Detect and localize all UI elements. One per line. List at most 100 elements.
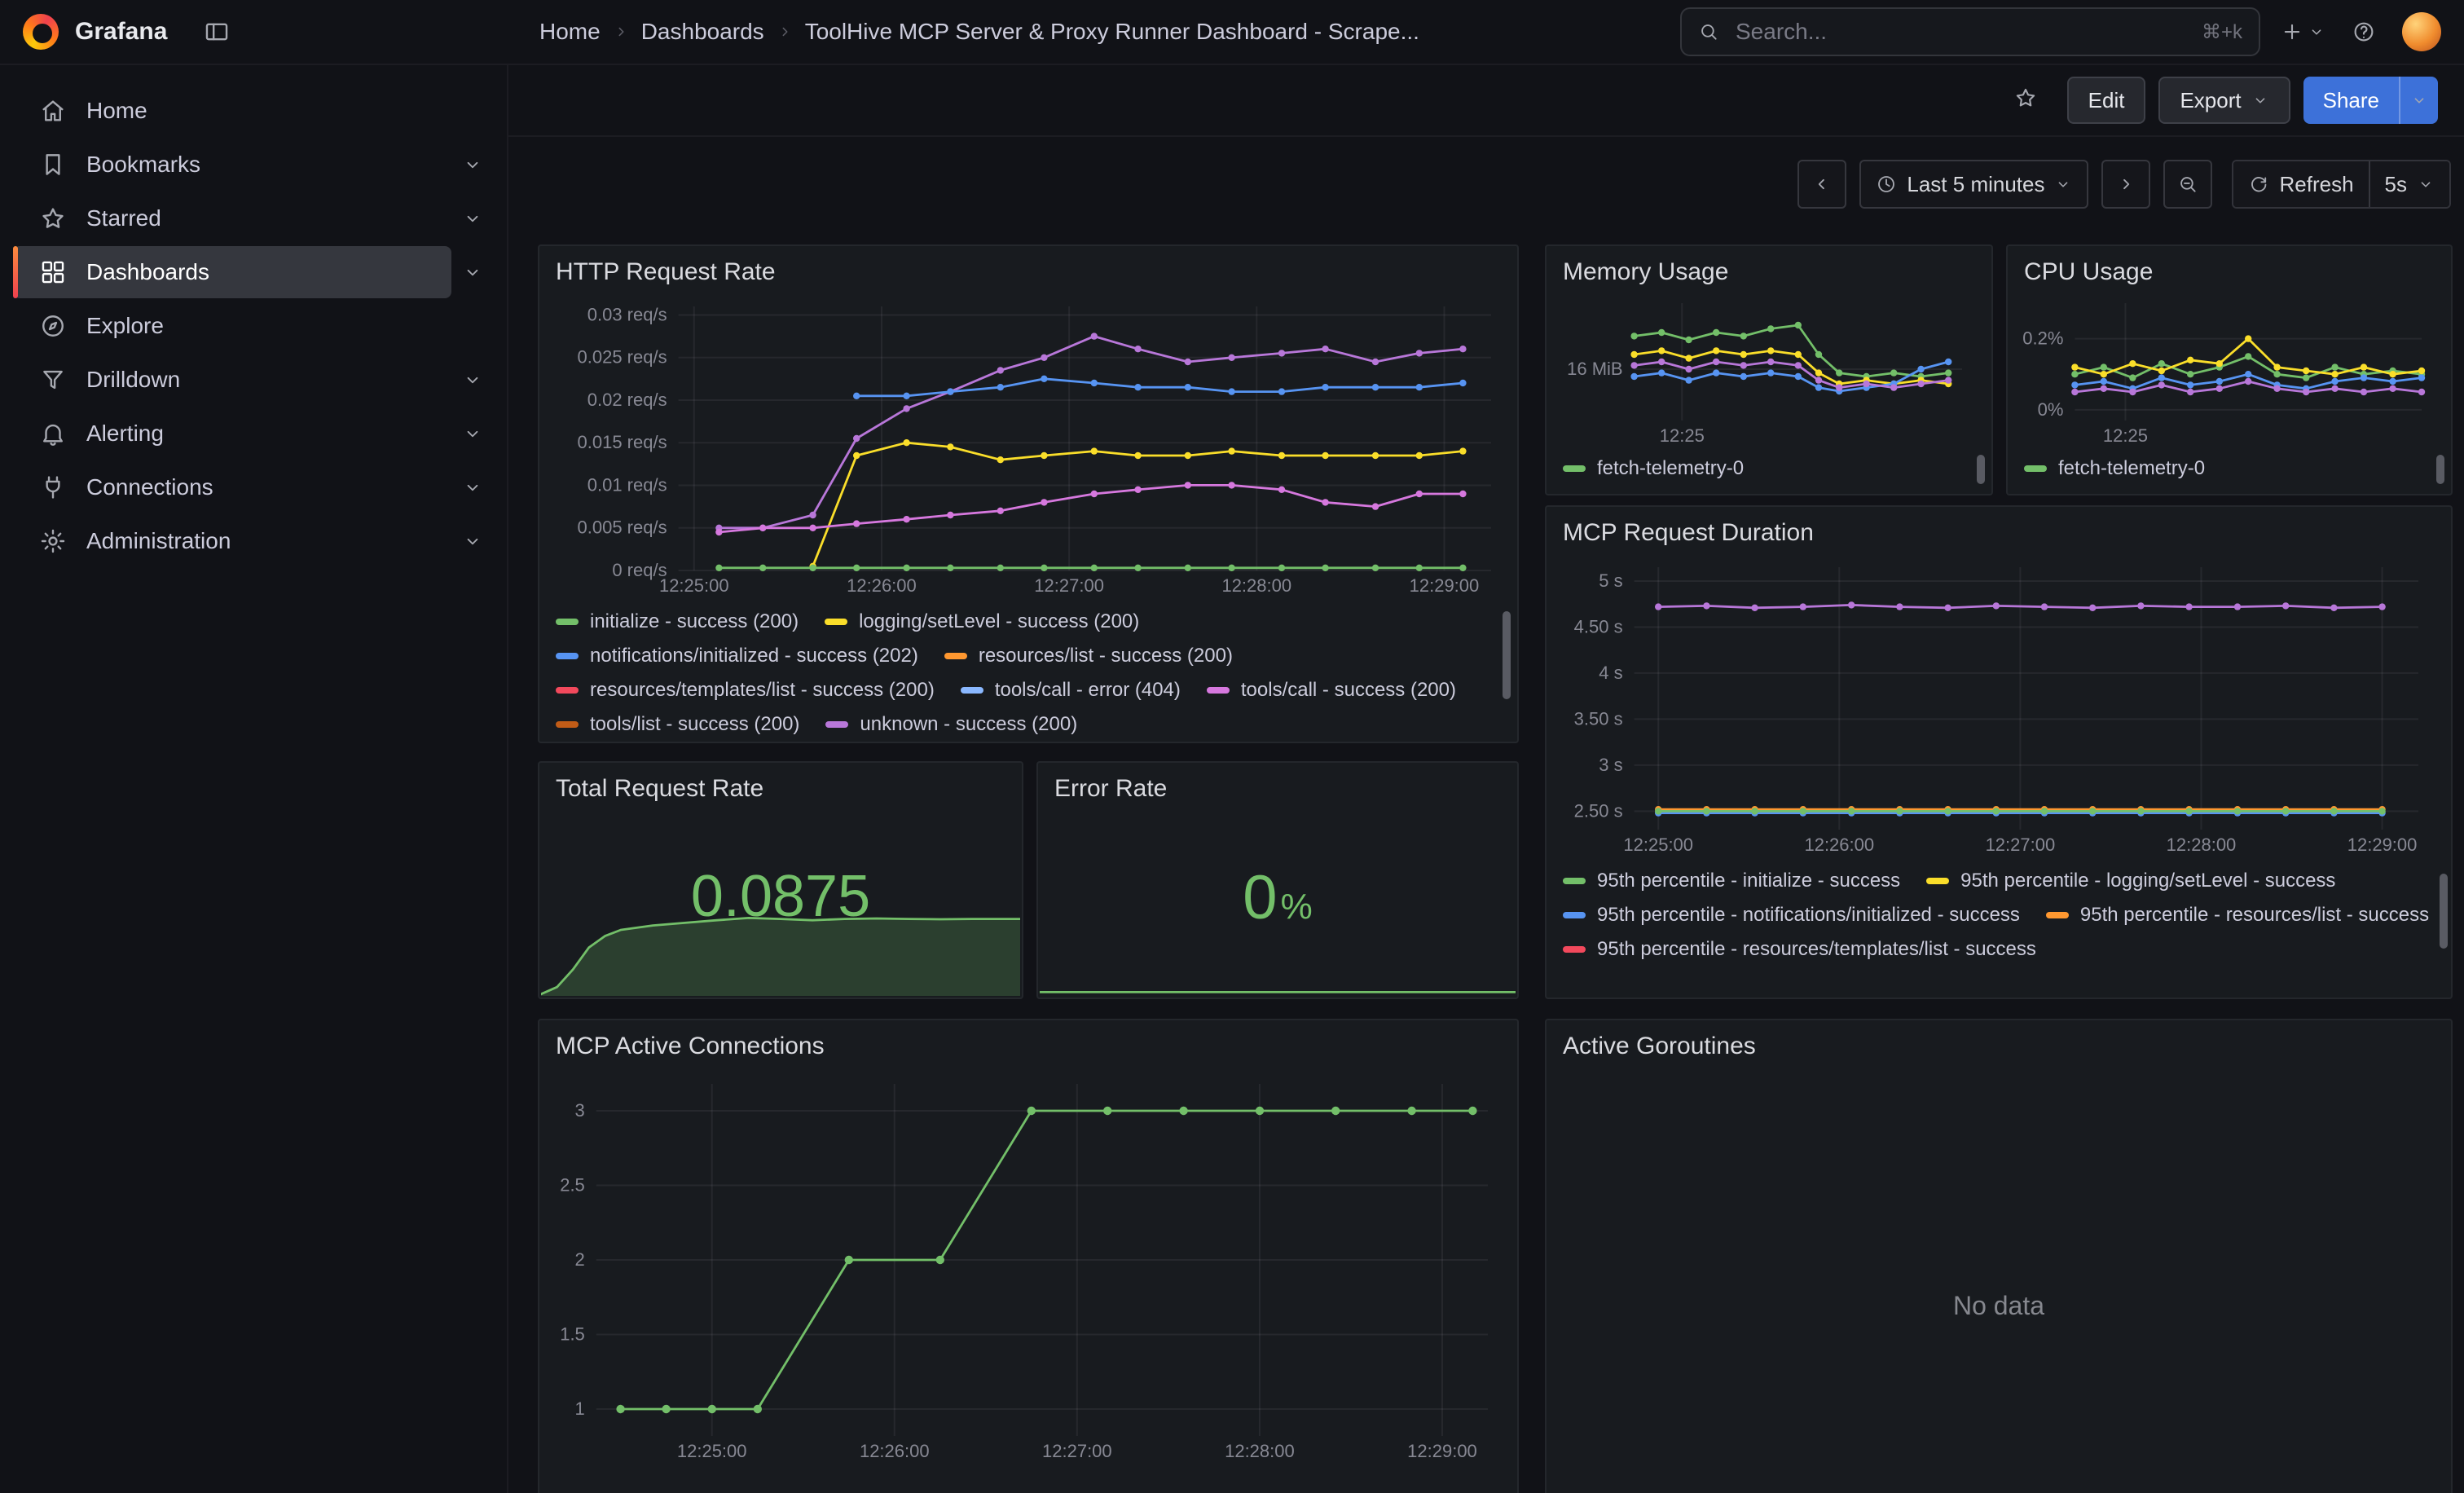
sidebar-item-connections[interactable]: Connections (13, 461, 451, 513)
chevron-down-icon[interactable] (462, 369, 483, 390)
home-icon (39, 97, 67, 125)
panel-header[interactable]: Error Rate (1038, 763, 1517, 815)
panel-mcp-active-connections: MCP Active Connections 11.522.5312:25:00… (538, 1019, 1519, 1493)
sidebar-row: Connections (13, 461, 494, 513)
search-input[interactable] (1732, 17, 2189, 46)
zoom-out-button[interactable] (2163, 160, 2212, 209)
help-button[interactable] (2345, 13, 2383, 51)
sidebar-item-administration[interactable]: Administration (13, 515, 451, 567)
refresh-button[interactable]: Refresh (2233, 161, 2368, 207)
panel-header[interactable]: Total Request Rate (539, 763, 1022, 815)
legend-swatch (556, 721, 579, 728)
legend-item[interactable]: unknown - success (200) (825, 711, 1077, 735)
panel-header[interactable]: Memory Usage (1547, 246, 1991, 298)
time-shift-back-button[interactable] (1797, 160, 1846, 209)
user-avatar[interactable] (2402, 12, 2441, 51)
sidebar-item-explore[interactable]: Explore (13, 300, 451, 352)
search-box[interactable]: ⌘+k (1680, 7, 2260, 56)
plus-icon (2280, 20, 2304, 44)
legend-label: 95th percentile - resources/templates/li… (1597, 938, 2036, 961)
svg-text:12:28:00: 12:28:00 (2167, 835, 2237, 855)
time-range-picker[interactable]: Last 5 minutes (1859, 160, 2088, 209)
stat-value: 0.0875 (691, 864, 870, 929)
chevron-down-icon (2417, 175, 2435, 193)
legend-item[interactable]: resources/templates/list - success (200) (556, 676, 935, 704)
chevron-down-icon[interactable] (462, 531, 483, 552)
legend-label: logging/setLevel - success (200) (859, 610, 1139, 633)
export-label: Export (2180, 88, 2241, 113)
legend-item[interactable]: tools/list - success (200) (556, 711, 799, 735)
svg-text:0%: 0% (2038, 399, 2064, 420)
legend-label: notifications/initialized - success (202… (590, 645, 918, 667)
share-menu-button[interactable] (2399, 77, 2438, 124)
chevron-down-icon[interactable] (462, 154, 483, 175)
legend-label: 95th percentile - notifications/initiali… (1597, 904, 2020, 927)
sidebar-item-dashboards[interactable]: Dashboards (13, 246, 451, 298)
cpu-usage-chart[interactable]: 0%0.2%12:25 (2014, 295, 2435, 448)
legend-item[interactable]: fetch-telemetry-0 (2024, 455, 2205, 482)
memory-usage-chart[interactable]: 16 MiB12:25 (1553, 295, 1975, 448)
sidebar-toggle-button[interactable] (196, 11, 237, 52)
legend-scrollbar[interactable] (2436, 455, 2444, 484)
favorite-star-button[interactable] (2007, 79, 2044, 122)
breadcrumb-dashboards[interactable]: Dashboards (641, 19, 764, 45)
legend-item[interactable]: 95th percentile - initialize - success (1563, 867, 1900, 895)
legend-scrollbar[interactable] (1977, 455, 1985, 484)
panel-header[interactable]: HTTP Request Rate (539, 246, 1517, 298)
clock-icon (1876, 174, 1897, 195)
chevron-down-icon (2251, 91, 2269, 109)
legend-item[interactable]: fetch-telemetry-0 (1563, 455, 1744, 482)
legend-label: 95th percentile - logging/setLevel - suc… (1960, 870, 2335, 892)
error-rate-sparkline[interactable] (1040, 939, 1516, 994)
legend-item[interactable]: 95th percentile - logging/setLevel - suc… (1926, 867, 2335, 895)
sidebar-item-bookmarks[interactable]: Bookmarks (13, 139, 451, 191)
sidebar-item-label: Explore (86, 313, 164, 339)
svg-text:5 s: 5 s (1599, 570, 1622, 591)
chevron-down-icon[interactable] (462, 477, 483, 498)
legend-swatch (1563, 912, 1586, 918)
svg-text:12:27:00: 12:27:00 (1034, 575, 1104, 596)
breadcrumb-home[interactable]: Home (539, 19, 601, 45)
legend-scrollbar[interactable] (1503, 611, 1511, 699)
star-icon (39, 205, 67, 232)
legend-scrollbar[interactable] (2440, 874, 2448, 949)
panel-header[interactable]: CPU Usage (2008, 246, 2451, 298)
refresh-interval-button[interactable]: 5s (2369, 161, 2449, 207)
legend-swatch (961, 687, 983, 694)
edit-button[interactable]: Edit (2067, 77, 2146, 124)
chevron-down-icon[interactable] (462, 208, 483, 229)
sidebar-item-starred[interactable]: Starred (13, 192, 451, 244)
breadcrumb-current[interactable]: ToolHive MCP Server & Proxy Runner Dashb… (805, 19, 1419, 45)
http-request-rate-chart[interactable]: 0 req/s0.005 req/s0.01 req/s0.015 req/s0… (546, 298, 1504, 598)
time-controls: Last 5 minutes Refresh 5s (1797, 160, 2451, 209)
legend-item[interactable]: tools/call - success (200) (1207, 676, 1456, 704)
sidebar-item-label: Alerting (86, 421, 164, 447)
legend-item[interactable]: resources/list - success (200) (944, 642, 1233, 670)
refresh-interval-label: 5s (2385, 172, 2407, 197)
legend-item[interactable]: 95th percentile - notifications/initiali… (1563, 901, 2020, 929)
legend-item[interactable]: logging/setLevel - success (200) (825, 608, 1139, 636)
legend-item[interactable]: 95th percentile - resources/templates/li… (1563, 936, 2036, 963)
legend-item[interactable]: notifications/initialized - success (202… (556, 642, 918, 670)
sidebar-item-alerting[interactable]: Alerting (13, 407, 451, 460)
mcp-active-connections-chart[interactable]: 11.522.5312:25:0012:26:0012:27:0012:28:0… (546, 1076, 1501, 1464)
share-button[interactable]: Share (2303, 77, 2399, 124)
sidebar-item-drilldown[interactable]: Drilldown (13, 354, 451, 406)
brand-title: Grafana (75, 18, 167, 46)
time-shift-forward-button[interactable] (2101, 160, 2150, 209)
chevron-down-icon[interactable] (462, 262, 483, 283)
panel-header[interactable]: MCP Active Connections (539, 1020, 1517, 1072)
panel-header[interactable]: MCP Request Duration (1547, 507, 2451, 559)
new-button[interactable] (2273, 13, 2332, 51)
legend-item[interactable]: 95th percentile - resources/list - succe… (2046, 901, 2429, 929)
mcp-request-duration-chart[interactable]: 2.50 s3 s3.50 s4 s4.50 s5 s12:25:0012:26… (1553, 559, 2431, 857)
legend-item[interactable]: initialize - success (200) (556, 608, 799, 636)
grafana-logo-icon[interactable] (23, 14, 59, 50)
svg-text:0.01 req/s: 0.01 req/s (587, 474, 667, 495)
legend-item[interactable]: tools/call - error (404) (961, 676, 1181, 704)
panel-header[interactable]: Active Goroutines (1547, 1020, 2451, 1072)
legend-label: resources/templates/list - success (200) (590, 679, 935, 702)
export-button[interactable]: Export (2158, 77, 2290, 124)
chevron-down-icon[interactable] (462, 423, 483, 444)
sidebar-item-home[interactable]: Home (13, 85, 451, 137)
